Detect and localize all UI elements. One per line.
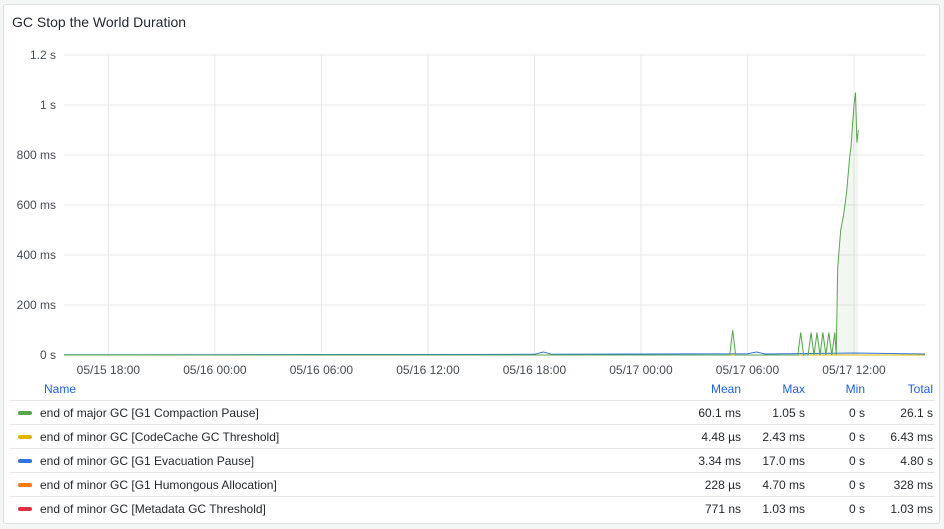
legend-max-value: 4.70 ms xyxy=(762,477,805,492)
y-axis: 0 s 200 ms 400 ms 600 ms 800 ms 1 s 1.2 s xyxy=(17,48,56,362)
legend-mean-value: 60.1 ms xyxy=(698,405,741,420)
chart-panel: GC Stop the World Duration 0 s 200 ms 400 … xyxy=(3,4,940,524)
x-tick-label: 05/16 06:00 xyxy=(290,363,354,377)
legend-row[interactable]: end of major GC [G1 Compaction Pause] 60… xyxy=(10,400,935,424)
legend-mean-value: 771 ns xyxy=(704,501,741,516)
legend-max-value: 17.0 ms xyxy=(762,453,805,468)
legend-total-value: 6.43 ms xyxy=(890,429,933,444)
x-axis: 05/15 18:00 05/16 00:00 05/16 06:00 05/16 1… xyxy=(77,363,886,377)
y-tick-label: 400 ms xyxy=(17,248,56,262)
legend-header-total[interactable]: Total xyxy=(865,382,935,396)
series-lines[interactable] xyxy=(63,92,926,356)
x-tick-label: 05/16 18:00 xyxy=(503,363,567,377)
legend-series-name: end of minor GC [G1 Humongous Allocation… xyxy=(40,477,277,492)
legend-mean-value: 228 µs xyxy=(704,477,741,492)
x-tick-label: 05/17 06:00 xyxy=(716,363,780,377)
legend-mean-value: 3.34 ms xyxy=(698,453,741,468)
legend-total-value: 328 ms xyxy=(893,477,933,492)
x-tick-label: 05/17 00:00 xyxy=(609,363,673,377)
x-tick-label: 05/15 18:00 xyxy=(77,363,141,377)
legend-min-value: 0 s xyxy=(848,429,865,444)
x-tick-label: 05/17 12:00 xyxy=(822,363,886,377)
y-tick-label: 600 ms xyxy=(17,198,56,212)
y-tick-label: 1 s xyxy=(40,98,56,112)
legend-table: Name Mean Max Min Total end of major GC … xyxy=(10,378,935,520)
legend-header-name[interactable]: Name xyxy=(10,382,651,396)
y-tick-label: 800 ms xyxy=(17,148,56,162)
series-color-swatch[interactable] xyxy=(18,506,32,511)
y-tick-label: 0 s xyxy=(40,348,56,362)
series-color-swatch[interactable] xyxy=(18,410,32,415)
legend-max-value: 1.03 ms xyxy=(762,501,805,516)
legend-total-value: 26.1 s xyxy=(900,405,933,420)
legend-header-min[interactable]: Min xyxy=(805,382,865,396)
legend-mean-value: 4.48 µs xyxy=(701,429,741,444)
legend-row[interactable]: end of minor GC [Metadata GC Threshold] … xyxy=(10,496,935,520)
legend-row[interactable]: end of minor GC [CodeCache GC Threshold]… xyxy=(10,424,935,448)
legend-row[interactable]: end of minor GC [G1 Humongous Allocation… xyxy=(10,472,935,496)
legend-min-value: 0 s xyxy=(848,405,865,420)
legend-series-name: end of minor GC [CodeCache GC Threshold] xyxy=(40,429,280,444)
x-tick-label: 05/16 12:00 xyxy=(396,363,460,377)
line-chart[interactable]: 0 s 200 ms 400 ms 600 ms 800 ms 1 s 1.2 s 05/1… xyxy=(4,5,941,377)
series-area xyxy=(64,92,859,355)
grid xyxy=(64,54,925,356)
legend-min-value: 0 s xyxy=(848,501,865,516)
legend-row[interactable]: end of minor GC [G1 Evacuation Pause] 3.… xyxy=(10,448,935,472)
legend-max-value: 1.05 s xyxy=(772,405,805,420)
legend-series-name: end of minor GC [Metadata GC Threshold] xyxy=(40,501,266,516)
legend-total-value: 4.80 s xyxy=(900,453,933,468)
legend-min-value: 0 s xyxy=(848,477,865,492)
legend-header-max[interactable]: Max xyxy=(741,382,805,396)
x-tick-label: 05/16 00:00 xyxy=(183,363,247,377)
legend-series-name: end of minor GC [G1 Evacuation Pause] xyxy=(40,453,255,468)
y-tick-label: 1.2 s xyxy=(30,48,56,62)
series-color-swatch[interactable] xyxy=(18,458,32,463)
legend-header: Name Mean Max Min Total xyxy=(10,378,935,400)
series-line[interactable] xyxy=(64,92,859,356)
series-color-swatch[interactable] xyxy=(18,482,32,487)
series-color-swatch[interactable] xyxy=(18,434,32,439)
y-tick-label: 200 ms xyxy=(17,298,56,312)
legend-total-value: 1.03 ms xyxy=(890,501,933,516)
legend-header-mean[interactable]: Mean xyxy=(651,382,741,396)
series-line[interactable] xyxy=(63,351,926,356)
legend-series-name: end of major GC [G1 Compaction Pause] xyxy=(40,405,259,420)
legend-max-value: 2.43 ms xyxy=(762,429,805,444)
legend-min-value: 0 s xyxy=(848,453,865,468)
